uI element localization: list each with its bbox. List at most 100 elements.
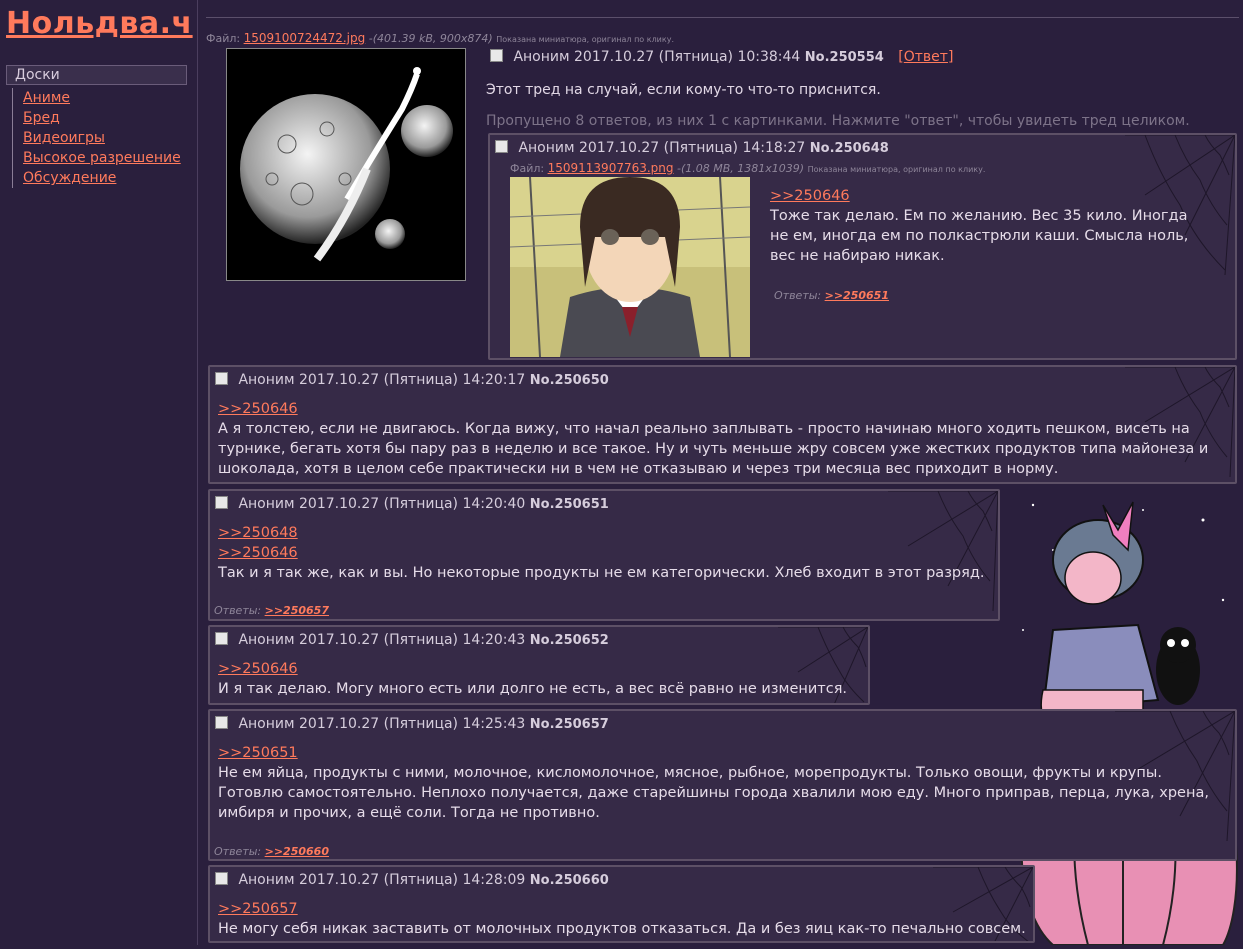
file-label: Файл: bbox=[206, 32, 241, 45]
post-checkbox[interactable] bbox=[215, 872, 228, 885]
message-line: Так и я так же, как и вы. Но некоторые п… bbox=[218, 565, 985, 581]
message-line: А я толстею, если не двигаюсь. Когда виж… bbox=[218, 421, 1190, 437]
file-label: Файл: bbox=[510, 162, 545, 175]
post-answers: Ответы: >>250657 bbox=[214, 604, 329, 617]
post-file-info: Файл: 1509113907763.png -(1.08 MB, 1381x… bbox=[510, 161, 985, 175]
quote-link[interactable]: >>250657 bbox=[218, 899, 1026, 919]
post-250657: Аноним 2017.10.27 (Пятница) 14:25:43 No.… bbox=[208, 709, 1237, 861]
quote-link[interactable]: >>250646 bbox=[218, 399, 1208, 419]
file-link[interactable]: 1509100724472.jpg bbox=[244, 31, 366, 45]
post-header: Аноним 2017.10.27 (Пятница) 14:20:17 No.… bbox=[215, 372, 609, 388]
post-250648: Аноним 2017.10.27 (Пятница) 14:18:27 No.… bbox=[488, 133, 1237, 360]
post-header: Аноним 2017.10.27 (Пятница) 14:28:09 No.… bbox=[215, 872, 609, 888]
post-message: >>250657 Не могу себя никак заставить от… bbox=[218, 899, 1026, 939]
post-checkbox[interactable] bbox=[215, 372, 228, 385]
thread: Файл: 1509100724472.jpg -(401.39 kB, 900… bbox=[206, 0, 1243, 946]
file-note: Показана миниатюра, оригинал по клику. bbox=[807, 165, 986, 174]
post-header: Аноним 2017.10.27 (Пятница) 14:18:27 No.… bbox=[495, 140, 889, 156]
op-message: Этот тред на случай, если кому-то что-то… bbox=[486, 82, 881, 98]
boards-title: Доски bbox=[6, 65, 187, 85]
post-date: 2017.10.27 (Пятница) 14:18:27 bbox=[579, 140, 806, 156]
message-line: турнике, бегать хотя бы пару раз в недел… bbox=[218, 441, 1209, 457]
post-date: 2017.10.27 (Пятница) 14:20:17 bbox=[299, 372, 526, 388]
quote-link[interactable]: >>250646 bbox=[770, 186, 1188, 206]
quote-link[interactable]: >>250648 bbox=[218, 523, 984, 543]
post-number[interactable]: No.250554 bbox=[805, 50, 884, 65]
post-number[interactable]: No.250648 bbox=[810, 141, 889, 156]
message-line: И я так делаю. Могу много есть или долго… bbox=[218, 681, 848, 697]
board-link-anime[interactable]: Аниме bbox=[23, 88, 181, 108]
author: Аноним bbox=[518, 140, 575, 156]
post-250660: Аноним 2017.10.27 (Пятница) 14:28:09 No.… bbox=[208, 865, 1035, 943]
author: Аноним bbox=[238, 372, 295, 388]
answer-link[interactable]: >>250651 bbox=[825, 289, 889, 302]
post-header: Аноним 2017.10.27 (Пятница) 14:20:43 No.… bbox=[215, 632, 609, 648]
post-number[interactable]: No.250650 bbox=[530, 373, 609, 388]
post-date: 2017.10.27 (Пятница) 14:20:40 bbox=[299, 496, 526, 512]
anime-girl-image-icon bbox=[510, 177, 750, 357]
post-date: 2017.10.27 (Пятница) 14:28:09 bbox=[299, 872, 526, 888]
author: Аноним bbox=[238, 496, 295, 512]
message-line: имбиря и прочих, а ещё соли. Тогда не пр… bbox=[218, 805, 600, 821]
board-link-videogames[interactable]: Видеоигры bbox=[23, 128, 181, 148]
op-header: Аноним 2017.10.27 (Пятница) 10:38:44 No.… bbox=[490, 49, 953, 65]
post-header: Аноним 2017.10.27 (Пятница) 14:25:43 No.… bbox=[215, 716, 609, 732]
op-file-info: Файл: 1509100724472.jpg -(401.39 kB, 900… bbox=[206, 31, 674, 45]
post-date: 2017.10.27 (Пятница) 14:25:43 bbox=[299, 716, 526, 732]
author: Аноним bbox=[238, 716, 295, 732]
post-checkbox[interactable] bbox=[215, 716, 228, 729]
board-link-highres[interactable]: Высокое разрешение bbox=[23, 148, 181, 168]
post-message: >>250646 Тоже так делаю. Ем по желанию. … bbox=[770, 186, 1188, 266]
author: Аноним bbox=[238, 872, 295, 888]
answers-label: Ответы: bbox=[774, 289, 822, 302]
post-number[interactable]: No.250651 bbox=[530, 497, 609, 512]
file-meta: -(1.08 MB, 1381x1039) bbox=[677, 162, 805, 175]
message-line: Не могу себя никак заставить от молочных… bbox=[218, 921, 1026, 937]
post-date: 2017.10.27 (Пятница) 10:38:44 bbox=[574, 49, 801, 65]
post-thumbnail[interactable] bbox=[510, 177, 750, 357]
answer-link[interactable]: >>250660 bbox=[265, 845, 329, 858]
divider bbox=[206, 17, 1239, 18]
post-answers: Ответы: >>250660 bbox=[214, 845, 329, 858]
message-line: Не ем яйца, продукты с ними, молочное, к… bbox=[218, 765, 1162, 781]
post-250652: Аноним 2017.10.27 (Пятница) 14:20:43 No.… bbox=[208, 625, 870, 705]
post-message: >>250648 >>250646 Так и я так же, как и … bbox=[218, 523, 984, 583]
quote-link[interactable]: >>250646 bbox=[218, 659, 847, 679]
post-date: 2017.10.27 (Пятница) 14:20:43 bbox=[299, 632, 526, 648]
post-header: Аноним 2017.10.27 (Пятница) 14:20:40 No.… bbox=[215, 496, 609, 512]
author: Аноним bbox=[238, 632, 295, 648]
answers-label: Ответы: bbox=[214, 604, 262, 617]
post-250650: Аноним 2017.10.27 (Пятница) 14:20:17 No.… bbox=[208, 365, 1237, 484]
file-link[interactable]: 1509113907763.png bbox=[548, 161, 674, 175]
omitted-notice: Пропущено 8 ответов, из них 1 с картинка… bbox=[486, 113, 1190, 129]
quote-link[interactable]: >>250651 bbox=[218, 743, 1209, 763]
post-message: >>250646 А я толстею, если не двигаюсь. … bbox=[218, 399, 1208, 479]
file-note: Показана миниатюра, оригинал по клику. bbox=[496, 35, 674, 44]
board-link-bred[interactable]: Бред bbox=[23, 108, 181, 128]
post-answers: Ответы: >>250651 bbox=[774, 289, 889, 302]
quote-link[interactable]: >>250646 bbox=[218, 543, 984, 563]
post-checkbox[interactable] bbox=[215, 632, 228, 645]
post-checkbox[interactable] bbox=[215, 496, 228, 509]
reply-link[interactable]: Ответ bbox=[904, 49, 948, 65]
message-line: Тоже так делаю. Ем по желанию. Вес 35 ки… bbox=[770, 208, 1188, 224]
board-link-discussion[interactable]: Обсуждение bbox=[23, 168, 181, 188]
op-thumbnail[interactable] bbox=[226, 48, 466, 281]
post-number[interactable]: No.250660 bbox=[530, 873, 609, 888]
message-line: не ем, иногда ем по полкастрюли каши. См… bbox=[770, 228, 1189, 244]
answers-label: Ответы: bbox=[214, 845, 262, 858]
post-checkbox[interactable] bbox=[495, 140, 508, 153]
message-line: шоколада, хотя в целом себе практически … bbox=[218, 461, 1059, 477]
message-line: вес не набираю никак. bbox=[770, 248, 945, 264]
post-message: >>250651 Не ем яйца, продукты с ними, мо… bbox=[218, 743, 1209, 823]
site-logo[interactable]: Нольдва.ч bbox=[6, 6, 193, 41]
sidebar: Нольдва.ч Доски Аниме Бред Видеоигры Выс… bbox=[0, 0, 198, 945]
post-checkbox[interactable] bbox=[490, 49, 503, 62]
file-meta: -(401.39 kB, 900x874) bbox=[368, 32, 493, 45]
boards-list: Аниме Бред Видеоигры Высокое разрешение … bbox=[12, 88, 181, 188]
post-message: >>250646 И я так делаю. Могу много есть … bbox=[218, 659, 847, 699]
answer-link[interactable]: >>250657 bbox=[265, 604, 329, 617]
post-number[interactable]: No.250657 bbox=[530, 717, 609, 732]
post-number[interactable]: No.250652 bbox=[530, 633, 609, 648]
message-line: Готовлю самостоятельно. Неплохо получает… bbox=[218, 785, 1209, 801]
